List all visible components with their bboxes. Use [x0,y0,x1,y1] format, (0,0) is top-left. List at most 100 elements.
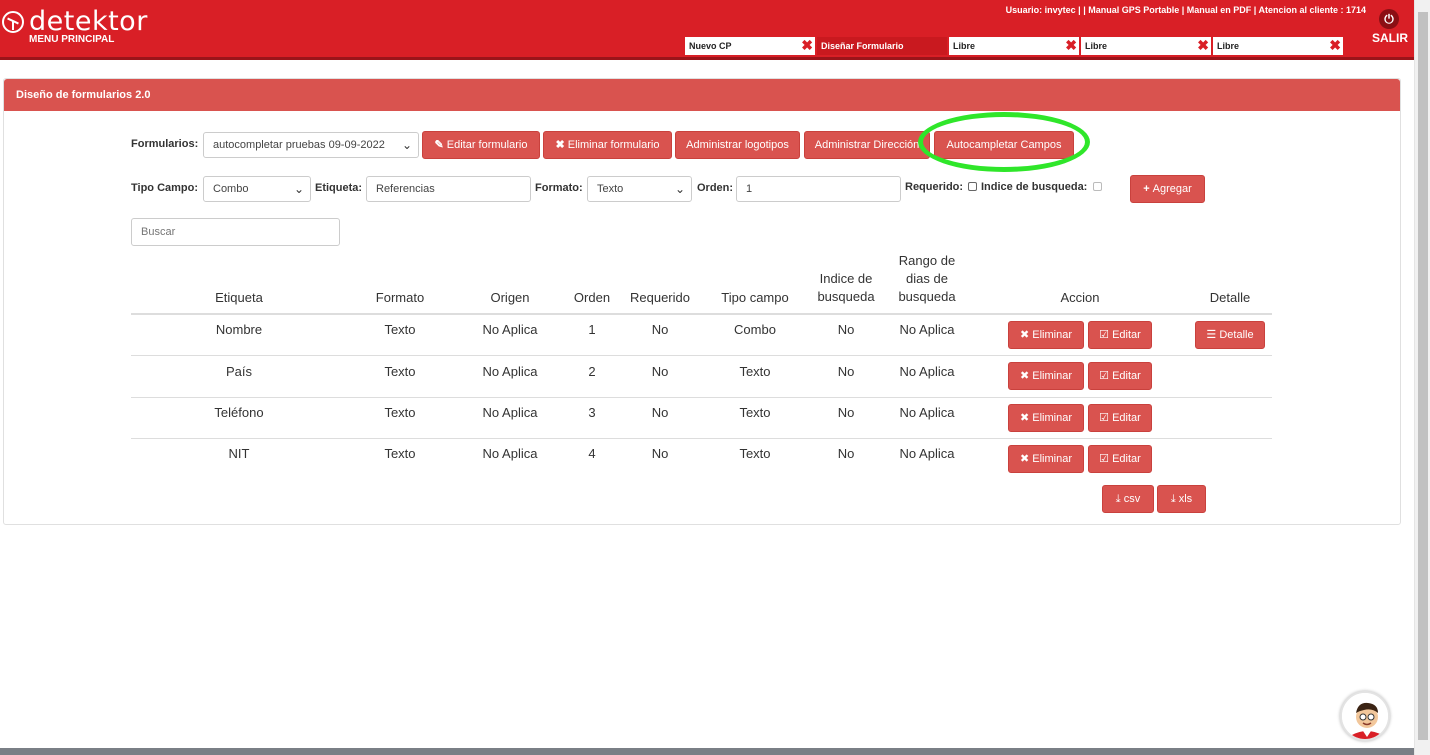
col-header-tipo-campo: Tipo campo [721,290,789,305]
tipo-campo-label: Tipo Campo: [131,182,199,194]
cell-rango: No Aplica [899,446,955,461]
col-header-rango: Rango de dias de busqueda [887,252,967,306]
edit-label: Editar [1112,370,1141,382]
orden-input[interactable]: 1 [736,176,901,202]
cell-requerido: No [651,405,669,420]
cell-orden: 1 [588,322,596,337]
close-icon: ✖ [1019,370,1033,382]
search-input[interactable] [131,218,340,246]
cell-rango: No Aplica [899,405,955,420]
indice-busqueda-checkbox[interactable] [1093,182,1102,191]
cell-formato: Texto [384,446,416,461]
col-header-origen: Origen [490,290,530,305]
brand-name: detektor [29,6,148,37]
add-field-button[interactable]: + Agregar [1130,175,1205,203]
download-icon: ⤓ [1115,493,1124,505]
tab-libre-2[interactable]: Libre ✖ [1081,37,1211,55]
edit-icon: ☑ [1099,412,1113,424]
cell-formato: Texto [384,364,416,379]
cell-etiqueta: Nombre [215,322,263,337]
detail-row-button[interactable]: ☰ Detalle [1195,321,1265,349]
edit-row-button[interactable]: ☑ Editar [1088,445,1152,473]
tab-libre-1[interactable]: Libre ✖ [949,37,1079,55]
export-csv-button[interactable]: ⤓ csv [1102,485,1154,513]
logout-button[interactable]: ⏻ SALIR [1372,9,1408,45]
edit-label: Editar [1112,329,1141,341]
delete-row-button[interactable]: ✖ Eliminar [1008,404,1084,432]
col-header-orden: Orden [573,290,611,305]
delete-row-button[interactable]: ✖ Eliminar [1008,362,1084,390]
manage-logos-label: Administrar logotipos [686,139,789,151]
export-xls-button[interactable]: ⤓ xls [1157,485,1206,513]
cell-etiqueta: País [225,364,252,379]
formularios-select[interactable]: autocompletar pruebas 09-09-2022 ⌄ [203,132,419,158]
cell-etiqueta: NIT [228,446,250,461]
delete-form-button[interactable]: ✖ Eliminar formulario [543,131,672,159]
cell-origen: No Aplica [482,364,538,379]
support-avatar-button[interactable] [1340,691,1390,741]
cell-requerido: No [651,322,669,337]
add-field-label: Agregar [1152,183,1192,195]
edit-form-button[interactable]: ✎ Editar formulario [422,131,540,159]
close-icon: ✖ [1019,329,1033,341]
tab-libre-3[interactable]: Libre ✖ [1213,37,1343,55]
header-line: busqueda [898,289,956,304]
tab-disenar-formulario[interactable]: Diseñar Formulario [817,37,947,55]
logo[interactable]: detektor [0,6,148,37]
cell-indice: No [837,322,855,337]
logout-label: SALIR [1372,31,1408,45]
formato-select[interactable]: Texto ⌄ [587,176,692,202]
close-icon[interactable]: ✖ [1329,37,1341,53]
edit-row-button[interactable]: ☑ Editar [1088,321,1152,349]
etiqueta-label: Etiqueta: [315,182,363,194]
close-icon[interactable]: ✖ [801,37,813,53]
tipo-campo-select[interactable]: Combo ⌄ [203,176,311,202]
col-header-detalle: Detalle [1209,290,1251,305]
download-icon: ⤓ [1170,493,1179,505]
edit-form-label: Editar formulario [446,139,528,151]
pencil-icon: ✎ [434,139,444,151]
tipo-campo-value: Combo [213,183,249,195]
delete-row-button[interactable]: ✖ Eliminar [1008,321,1084,349]
list-icon: ☰ [1206,329,1220,341]
user-info-line[interactable]: Usuario: invytec | | Manual GPS Portable… [1006,5,1366,15]
avatar-icon [1342,693,1388,739]
close-icon: ✖ [1019,453,1033,465]
etiqueta-input[interactable]: Referencias [366,176,531,202]
delete-label: Eliminar [1032,453,1072,465]
col-header-accion: Accion [1060,290,1100,305]
chevron-down-icon: ⌄ [293,182,304,196]
tab-label: Libre [1217,41,1240,51]
delete-label: Eliminar [1032,412,1072,424]
manage-address-button[interactable]: Administrar Dirección [804,131,930,159]
manage-logos-button[interactable]: Administrar logotipos [675,131,800,159]
logo-icon [2,11,24,33]
cell-orden: 3 [588,405,596,420]
panel-title: Diseño de formularios 2.0 [4,79,1400,111]
cell-etiqueta: Teléfono [214,405,264,420]
scrollbar-thumb[interactable] [1418,12,1428,740]
delete-row-button[interactable]: ✖ Eliminar [1008,445,1084,473]
formato-label: Formato: [535,182,583,194]
vertical-scrollbar[interactable] [1414,0,1430,755]
etiqueta-value: Referencias [376,183,435,195]
tab-nuevo-cp[interactable]: Nuevo CP ✖ [685,37,815,55]
edit-row-button[interactable]: ☑ Editar [1088,404,1152,432]
cell-orden: 2 [588,364,596,379]
close-icon[interactable]: ✖ [1065,37,1077,53]
cell-rango: No Aplica [899,364,955,379]
menu-principal-link[interactable]: MENU PRINCIPAL [29,34,114,45]
header-line: dias de [906,271,948,286]
col-header-requerido: Requerido [630,290,690,305]
requerido-checkbox[interactable] [968,182,977,191]
delete-label: Eliminar [1032,329,1072,341]
edit-icon: ☑ [1099,370,1113,382]
power-icon: ⏻ [1379,9,1399,29]
delete-form-label: Eliminar formulario [567,139,660,151]
header-line: busqueda [817,289,875,304]
close-icon[interactable]: ✖ [1197,37,1209,53]
tab-label: Libre [1085,41,1108,51]
delete-label: Eliminar [1032,370,1072,382]
edit-row-button[interactable]: ☑ Editar [1088,362,1152,390]
row-divider [131,355,1272,356]
